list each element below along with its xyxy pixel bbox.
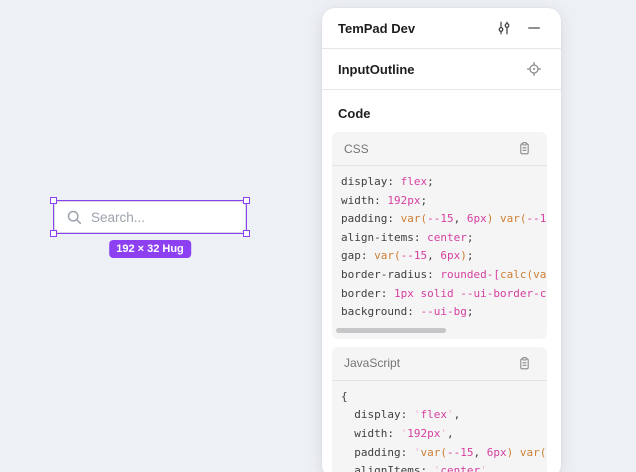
copy-clipboard-icon[interactable] — [513, 138, 535, 160]
preferences-sliders-icon[interactable] — [493, 17, 515, 39]
plugin-title: TemPad Dev — [338, 21, 493, 36]
magnifier-icon — [66, 209, 83, 226]
code-line: { — [341, 388, 547, 407]
code-line: padding: var(--15, 6px) var(--15, 6px); — [341, 210, 547, 229]
code-line: alignItems: 'center', — [341, 462, 547, 472]
javascript-block-header: JavaScript — [332, 347, 547, 381]
css-code-block: CSS display: flex;width: 192px;padding: … — [332, 132, 547, 339]
figma-canvas: Search... 192 × 32 Hug TemPad Dev — [0, 0, 636, 472]
javascript-code-block: JavaScript { display: 'flex', width: '19… — [332, 347, 547, 472]
javascript-code-area[interactable]: { display: 'flex', width: '192px', paddi… — [332, 381, 547, 472]
locate-target-icon[interactable] — [523, 58, 545, 80]
code-line: display: flex; — [341, 173, 547, 192]
horizontal-scrollbar[interactable] — [336, 328, 543, 333]
minimize-icon[interactable] — [523, 17, 545, 39]
code-line: display: 'flex', — [341, 406, 547, 425]
tempad-dev-plugin-window: TemPad Dev InputOutline — [322, 8, 561, 472]
selected-node-row: InputOutline — [322, 49, 561, 90]
size-badge: 192 × 32 Hug — [109, 240, 191, 258]
css-code-area[interactable]: display: flex;width: 192px;padding: var(… — [332, 166, 547, 326]
code-line: background: --ui-bg; — [341, 303, 547, 322]
code-line: border: 1px solid --ui-border-color; — [341, 285, 547, 304]
code-line: padding: 'var(--15, 6px) var(--15, 6px)'… — [341, 444, 547, 463]
copy-clipboard-icon[interactable] — [513, 352, 535, 374]
code-line: align-items: center; — [341, 229, 547, 248]
code-line: border-radius: rounded-[calc(var(--round… — [341, 266, 547, 285]
code-section-title: Code — [338, 106, 545, 121]
css-block-header: CSS — [332, 132, 547, 166]
javascript-block-label: JavaScript — [344, 356, 513, 370]
css-block-label: CSS — [344, 142, 513, 156]
search-placeholder-text: Search... — [91, 210, 145, 225]
search-input-component[interactable]: Search... — [54, 201, 246, 233]
code-line: width: '192px', — [341, 425, 547, 444]
selected-node-name: InputOutline — [338, 62, 523, 77]
code-line: gap: var(--15, 6px); — [341, 247, 547, 266]
plugin-header: TemPad Dev — [322, 8, 561, 49]
scrollbar-thumb[interactable] — [336, 328, 446, 333]
code-line: width: 192px; — [341, 192, 547, 211]
